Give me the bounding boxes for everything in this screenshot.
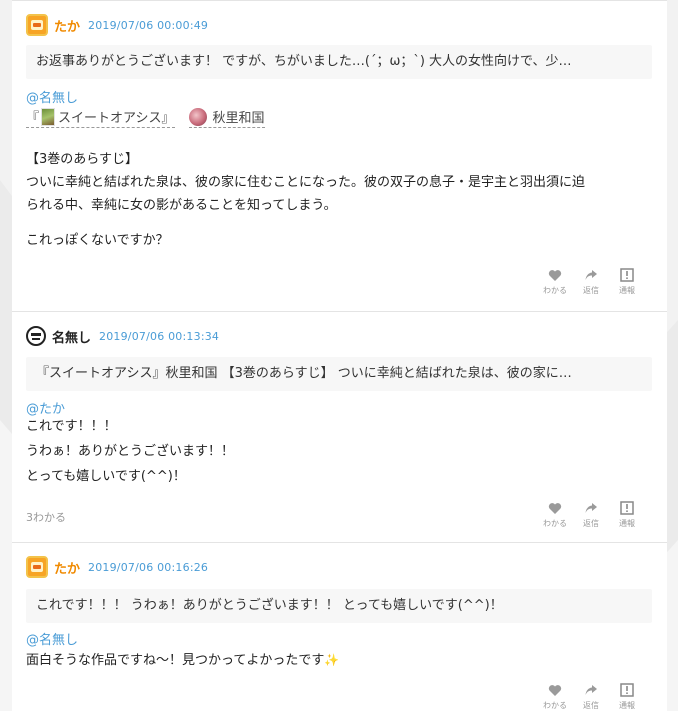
quoted-reply[interactable]: お返事ありがとうございます！ ですが、ちがいました…(´；ω；`) 大人の女性向…: [26, 45, 652, 79]
timestamp: 2019/07/06 00:13:34: [99, 329, 220, 343]
report-label: 通報: [619, 519, 635, 528]
post-header: 名無し 2019/07/06 00:13:34: [26, 324, 219, 348]
sparkle-icon: ✨: [324, 653, 340, 667]
report-exclamation-icon: [619, 267, 635, 283]
heart-icon: [547, 682, 563, 698]
heart-icon: [547, 500, 563, 516]
orange-box-avatar-icon[interactable]: [26, 556, 48, 578]
body-line: [26, 217, 654, 229]
body-line: 【3巻のあらすじ】: [26, 152, 139, 167]
reply-label: 返信: [583, 286, 599, 295]
username[interactable]: たか: [54, 558, 80, 577]
reply-label: 返信: [583, 519, 599, 528]
report-button[interactable]: 通報: [609, 682, 645, 711]
comment-post: 名無し 2019/07/06 00:13:34 『スイートオアシス』秋里和国 【…: [12, 311, 667, 542]
like-count[interactable]: 3わかる: [26, 509, 66, 525]
like-button[interactable]: わかる: [537, 500, 573, 529]
post-actions: わかる 返信 通報: [537, 267, 645, 296]
reply-arrow-icon: [583, 267, 599, 283]
quoted-reply[interactable]: これです！！！ うわぁ！ありがとうございます！！ とっても嬉しいです(^^)！: [26, 589, 652, 623]
work-title: スイートオアシス』: [58, 111, 175, 126]
report-button[interactable]: 通報: [609, 267, 645, 296]
report-button[interactable]: 通報: [609, 500, 645, 529]
post-header: たか 2019/07/06 00:16:26: [26, 555, 208, 579]
report-label: 通報: [619, 286, 635, 295]
username[interactable]: 名無し: [52, 327, 91, 346]
comment-post: たか 2019/07/06 00:16:26 これです！！！ うわぁ！ありがとう…: [12, 542, 667, 711]
mention-link[interactable]: @名無し: [26, 629, 78, 648]
reply-arrow-icon: [583, 682, 599, 698]
body-line: これっぽくないですか？: [26, 233, 169, 248]
post-actions: わかる 返信 通報: [537, 500, 645, 529]
mask-avatar-icon[interactable]: [26, 326, 46, 346]
post-body: これです！！！ うわぁ！ありがとうございます！！ とっても嬉しいです(^^)！: [26, 414, 654, 489]
like-label: わかる: [543, 286, 567, 295]
heart-icon: [547, 267, 563, 283]
work-title-link[interactable]: 『 スイートオアシス』: [26, 107, 175, 128]
like-label: わかる: [543, 519, 567, 528]
comment-post: たか 2019/07/06 00:00:49 お返事ありがとうございます！ です…: [12, 0, 667, 311]
report-label: 通報: [619, 701, 635, 710]
reply-label: 返信: [583, 701, 599, 710]
body-line: とっても嬉しいです(^^)！: [26, 469, 186, 484]
like-button[interactable]: わかる: [537, 682, 573, 711]
book-thumbnail-icon: [41, 107, 56, 126]
reply-button[interactable]: 返信: [573, 682, 609, 711]
body-line: られる中、幸純に女の影があることを知ってしまう。: [26, 198, 337, 213]
post-actions: わかる 返信 通報: [537, 682, 645, 711]
work-reference-row: 『 スイートオアシス』 秋里和国: [26, 107, 279, 128]
author-avatar-icon: [188, 107, 207, 126]
quoted-reply[interactable]: 『スイートオアシス』秋里和国 【3巻のあらすじ】 ついに幸純と結ばれた泉は、彼の…: [26, 357, 652, 391]
username[interactable]: たか: [54, 16, 80, 35]
orange-box-avatar-icon[interactable]: [26, 14, 48, 36]
like-label: わかる: [543, 701, 567, 710]
work-title-open-bracket: 『: [26, 111, 40, 126]
post-body: 【3巻のあらすじ】 ついに幸純と結ばれた泉は、彼の家に住むことになった。彼の双子…: [26, 148, 654, 252]
reply-button[interactable]: 返信: [573, 267, 609, 296]
timestamp: 2019/07/06 00:00:49: [88, 18, 209, 32]
reply-button[interactable]: 返信: [573, 500, 609, 529]
timestamp: 2019/07/06 00:16:26: [88, 560, 209, 574]
like-button[interactable]: わかる: [537, 267, 573, 296]
mention-link[interactable]: @名無し: [26, 87, 78, 106]
body-line: うわぁ！ありがとうございます！！: [26, 444, 235, 459]
post-header: たか 2019/07/06 00:00:49: [26, 13, 208, 37]
body-line: これです！！！: [26, 419, 117, 434]
post-body: 面白そうな作品ですね〜！見つかってよかったです✨: [26, 649, 654, 672]
reply-arrow-icon: [583, 500, 599, 516]
body-line: ついに幸純と結ばれた泉は、彼の家に住むことになった。彼の双子の息子・是宇主と羽出…: [26, 175, 586, 190]
comment-thread-page: たか 2019/07/06 00:00:49 お返事ありがとうございます！ です…: [0, 0, 678, 711]
report-exclamation-icon: [619, 682, 635, 698]
report-exclamation-icon: [619, 500, 635, 516]
author-link[interactable]: 秋里和国: [188, 107, 265, 128]
author-name: 秋里和国: [212, 111, 265, 126]
body-line: 面白そうな作品ですね〜！見つかってよかったです: [26, 653, 325, 668]
